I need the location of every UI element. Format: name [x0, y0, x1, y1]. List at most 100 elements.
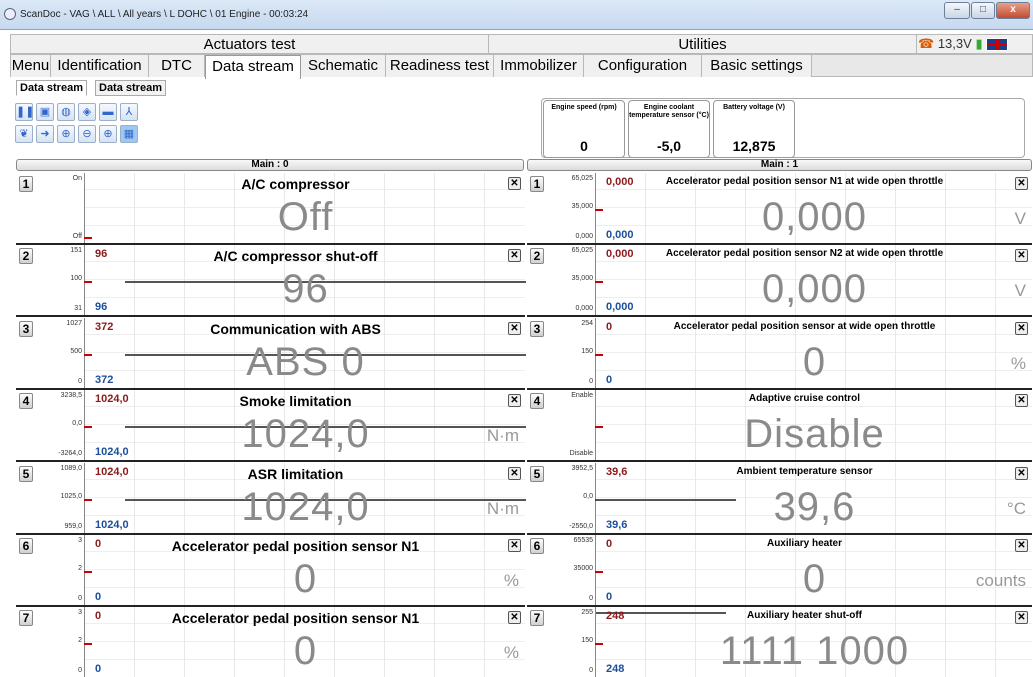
close-panel-icon[interactable]: ✕: [1015, 611, 1028, 625]
panel-value: ABS 0: [246, 339, 365, 384]
panel-number: 2: [19, 248, 33, 265]
current-value-top: 0,000: [606, 248, 634, 261]
panel-title: Accelerator pedal position sensor at wid…: [673, 320, 936, 332]
current-value-bottom: 0: [95, 591, 102, 603]
tab-readiness-test[interactable]: Readiness test: [386, 55, 494, 77]
axis-label: 35,000: [571, 275, 593, 283]
axis-label: 100: [70, 275, 82, 283]
current-value-bottom: 1024,0: [95, 518, 129, 531]
axis-label: 1089,0: [60, 464, 82, 472]
panel-number: 2: [530, 248, 544, 265]
panel-number: 4: [19, 393, 33, 410]
current-value-top: 96: [95, 248, 108, 261]
folder-icon[interactable]: ▬: [99, 103, 117, 121]
axis-label: 0,000: [575, 305, 593, 313]
export-icon[interactable]: ➜: [36, 125, 54, 143]
axis-label: 3238,5: [60, 392, 82, 400]
tab-actuators-test[interactable]: Actuators test: [11, 35, 489, 54]
panel-title: Communication with ABS: [210, 320, 381, 337]
app-icon: [4, 8, 16, 20]
maximize-button[interactable]: □: [971, 2, 995, 19]
close-panel-icon[interactable]: ✕: [1015, 321, 1028, 335]
close-panel-icon[interactable]: ✕: [508, 539, 521, 552]
axis-label: 959,0: [64, 522, 82, 530]
panel-number: 3: [530, 320, 544, 337]
close-panel-icon[interactable]: ✕: [1015, 249, 1028, 263]
tab-identification[interactable]: Identification: [51, 55, 149, 77]
panel-title: ASR limitation: [247, 465, 344, 482]
close-button[interactable]: x: [996, 2, 1030, 19]
top-tab-row: Actuators test Utilities: [10, 34, 1033, 54]
sensor-panel: 1 65,025 35,000 0,000 Accelerator pedal posi…: [527, 173, 1032, 245]
sensor-panel: 5 3952,5 0,0 -2550,0 Ambient temperature sen…: [527, 462, 1032, 535]
current-value-top: 0,000: [606, 176, 634, 188]
uk-flag-icon: [986, 38, 1009, 52]
current-value-top: 0: [95, 538, 102, 550]
axis-label: 0: [78, 595, 82, 602]
current-value-top: 1024,0: [95, 465, 129, 478]
zoom-in-icon[interactable]: ⊕: [57, 125, 75, 143]
pause-icon[interactable]: ❚❚: [15, 103, 34, 121]
tree-icon[interactable]: ⅄: [120, 103, 138, 121]
panel-unit: %: [503, 571, 519, 590]
axis-label: 3: [78, 537, 82, 544]
current-value-bottom: 248: [606, 663, 625, 676]
sensor-panel: 2 151 100 31 A/C compressor shut-off 96 96 96 ✕: [16, 245, 526, 318]
close-panel-icon[interactable]: ✕: [508, 611, 521, 625]
current-value-bottom: 372: [95, 373, 114, 386]
signal-plot: Smoke limitation 1024,0 N·m 1024,0 1024,0 ✕: [84, 390, 526, 461]
grid-icon[interactable]: ▦: [120, 125, 138, 143]
phone-icon: ☎: [918, 36, 935, 51]
tab-utilities[interactable]: Utilities: [489, 35, 917, 54]
tab-data-stream[interactable]: Data stream: [205, 55, 301, 79]
panel-value: 39,6: [773, 484, 856, 529]
axis-label: 1027: [66, 319, 82, 327]
close-panel-icon[interactable]: ✕: [508, 394, 521, 408]
save-icon[interactable]: ▣: [36, 103, 54, 121]
axis-label: 65535: [573, 537, 593, 544]
zoom-out-icon[interactable]: ⊖: [78, 125, 96, 143]
main-1-header: Main : 1: [527, 159, 1032, 171]
sensor-panel: 5 1089,0 1025,0 959,0 ASR limitation 1024,0 N·…: [16, 462, 526, 535]
zoom-fit-icon[interactable]: ⊕: [99, 125, 117, 143]
axis-label: 0: [589, 595, 593, 602]
leaf-icon[interactable]: ❦: [15, 125, 33, 143]
axis-label: 0,0: [583, 492, 593, 500]
axis-label: 2: [78, 565, 82, 572]
subtab-data-stream-1[interactable]: Data stream: [16, 80, 87, 96]
panel-unit: %: [1010, 353, 1026, 373]
tab-immobilizer[interactable]: Immobilizer: [494, 55, 584, 77]
axis-label: Enable: [571, 392, 593, 400]
panel-number: 1: [530, 176, 544, 192]
signal-plot: A/C compressor shut-off 96 96 96 ✕: [84, 245, 526, 316]
minimize-button[interactable]: –: [944, 2, 970, 19]
close-panel-icon[interactable]: ✕: [1015, 177, 1028, 190]
close-panel-icon[interactable]: ✕: [1015, 466, 1028, 480]
tab-dtc[interactable]: DTC: [149, 55, 205, 77]
close-panel-icon[interactable]: ✕: [508, 177, 521, 190]
panel-title: Smoke limitation: [239, 393, 352, 410]
current-value-bottom: 0: [95, 663, 102, 676]
close-panel-icon[interactable]: ✕: [508, 249, 521, 263]
main-0-header: Main : 0: [16, 159, 524, 171]
tab-configuration[interactable]: Configuration: [584, 55, 702, 77]
close-panel-icon[interactable]: ✕: [508, 466, 521, 480]
close-panel-icon[interactable]: ✕: [508, 321, 521, 335]
current-value-bottom: 1024,0: [95, 446, 129, 459]
tab-menu[interactable]: Menu: [11, 55, 51, 77]
tab-schematic[interactable]: Schematic: [301, 55, 386, 77]
subtab-data-stream-2[interactable]: Data stream: [95, 80, 166, 96]
gauge-value: 12,875: [732, 138, 776, 154]
current-value-top: 372: [95, 320, 114, 333]
axis-label: 500: [70, 347, 82, 355]
voltage-readout: 13,3V: [937, 36, 972, 51]
panel-number: 5: [530, 465, 544, 482]
panel-value: 0: [293, 557, 318, 601]
record-icon[interactable]: ◍: [57, 103, 75, 121]
play-icon[interactable]: ◈: [78, 103, 96, 121]
close-panel-icon[interactable]: ✕: [1015, 394, 1028, 408]
tab-basic-settings[interactable]: Basic settings: [702, 55, 812, 77]
close-panel-icon[interactable]: ✕: [1015, 539, 1028, 552]
axis-label: 0: [589, 377, 593, 385]
signal-plot: Accelerator pedal position sensor N1 0% 0 0…: [84, 535, 525, 605]
